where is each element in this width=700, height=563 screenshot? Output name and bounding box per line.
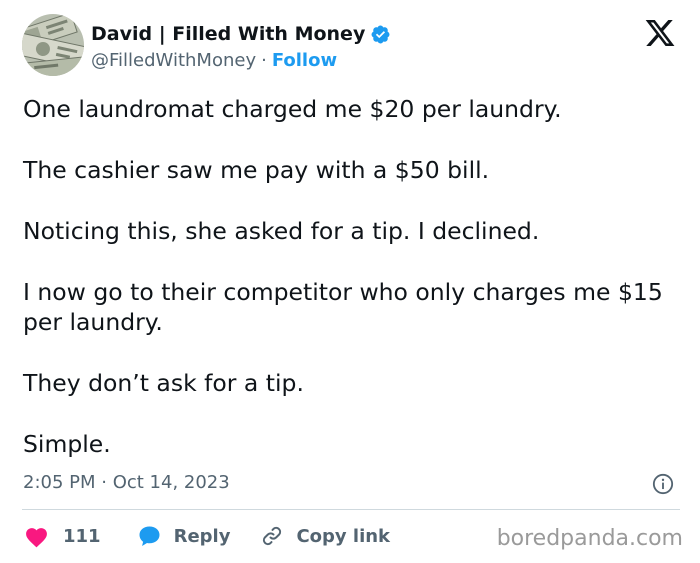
like-count: 111: [63, 525, 101, 547]
tweet-paragraph: I now go to their competitor who only ch…: [23, 278, 663, 336]
follow-button[interactable]: Follow: [272, 50, 337, 71]
tweet-paragraph: One laundromat charged me $20 per laundr…: [23, 95, 562, 123]
author-display-name[interactable]: David | Filled With Money: [91, 23, 365, 45]
like-button[interactable]: 111: [24, 525, 101, 548]
tweet-paragraph: Simple.: [23, 430, 111, 458]
info-icon[interactable]: [652, 473, 674, 495]
tweet-paragraph: They don’t ask for a tip.: [23, 369, 304, 397]
tweet-paragraph: Noticing this, she asked for a tip. I de…: [23, 217, 540, 245]
verified-badge-icon: [370, 24, 391, 45]
author-handle[interactable]: @FilledWithMoney: [91, 50, 256, 71]
handle-separator: ·: [261, 49, 267, 71]
reply-label: Reply: [173, 525, 231, 547]
link-icon: [260, 524, 284, 548]
reply-button[interactable]: Reply: [137, 524, 231, 548]
watermark: boredpanda.com: [496, 526, 683, 551]
action-bar: 111 Reply Copy link: [24, 522, 390, 550]
tweet-paragraph: The cashier saw me pay with a $50 bill.: [23, 156, 490, 184]
copy-link-label: Copy link: [296, 525, 391, 547]
avatar-image: [22, 14, 84, 76]
speech-bubble-icon: [137, 524, 162, 548]
tweet-timestamp[interactable]: 2:05 PM · Oct 14, 2023: [23, 472, 230, 493]
heart-icon: [24, 525, 49, 548]
avatar[interactable]: [22, 14, 84, 76]
author-name-row: David | Filled With Money: [91, 20, 391, 48]
author-handle-row: @FilledWithMoney · Follow: [91, 47, 337, 73]
x-logo-icon[interactable]: [644, 20, 676, 50]
divider: [22, 509, 680, 510]
tweet-card: David | Filled With Money @FilledWithMon…: [0, 0, 700, 563]
tweet-text: One laundromat charged me $20 per laundr…: [23, 94, 673, 459]
copy-link-button[interactable]: Copy link: [260, 524, 390, 548]
